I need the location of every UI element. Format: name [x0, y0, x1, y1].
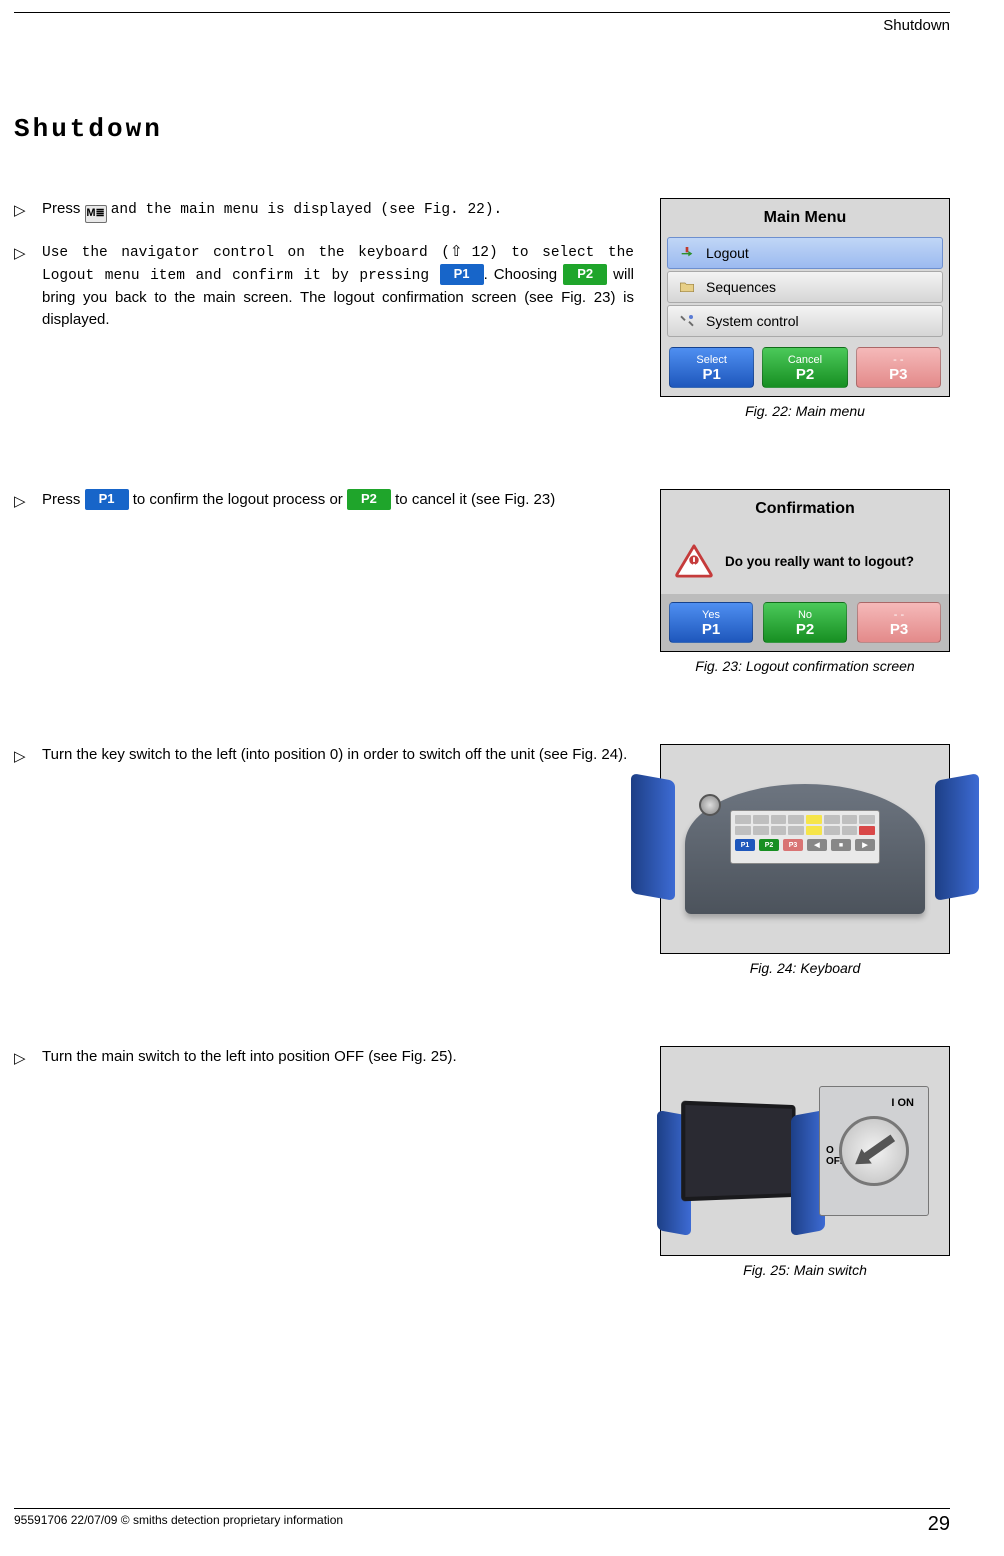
- menu-key-icon: M≣: [85, 205, 107, 223]
- switch-on-label: I ON: [891, 1097, 914, 1109]
- p1-key-icon: P1: [440, 264, 484, 285]
- step-4: Turn the key switch to the left (into po…: [42, 744, 634, 768]
- figure-22-caption: Fig. 22: Main menu: [660, 403, 950, 419]
- figure-22-main-menu: Main Menu Logout Sequences System contro…: [660, 198, 950, 397]
- figure-25-main-switch: I ON OOFF: [660, 1046, 950, 1256]
- main-switch: I ON OOFF: [819, 1086, 929, 1216]
- figure-23-confirmation: Confirmation Do you really want to logou…: [660, 489, 950, 652]
- monitor-icon: [681, 1103, 801, 1199]
- p3-button[interactable]: - -P3: [857, 602, 941, 643]
- menu-item-system-control[interactable]: System control: [667, 305, 943, 337]
- confirmation-message: Do you really want to logout?: [725, 554, 914, 569]
- figure-23-caption: Fig. 23: Logout confirmation screen: [660, 658, 950, 674]
- bullet-icon: ▷: [14, 198, 30, 223]
- yes-p1-button[interactable]: YesP1: [669, 602, 753, 643]
- page-number: 29: [928, 1513, 950, 1536]
- step-5: Turn the main switch to the left into po…: [42, 1046, 634, 1070]
- folder-icon: [678, 278, 696, 296]
- step-3: Press P1 to confirm the logout process o…: [42, 489, 634, 513]
- step-2: Use the navigator control on the keyboar…: [42, 241, 634, 331]
- p2-key-icon: P2: [563, 264, 607, 285]
- bullet-icon: ▷: [14, 241, 30, 331]
- tools-icon: [678, 312, 696, 330]
- logout-icon: [678, 244, 696, 262]
- rotary-knob-icon: [839, 1116, 909, 1186]
- p2-key-icon: P2: [347, 489, 391, 510]
- page-footer: 95591706 22/07/09 © smiths detection pro…: [14, 1508, 950, 1536]
- p3-button[interactable]: - -P3: [856, 347, 941, 388]
- figure-25-caption: Fig. 25: Main switch: [660, 1262, 950, 1278]
- no-p2-button[interactable]: NoP2: [763, 602, 847, 643]
- bullet-icon: ▷: [14, 744, 30, 768]
- step-1: Press M≣ and the main menu is displayed …: [42, 198, 634, 223]
- left-wing-icon: [631, 773, 675, 901]
- cancel-p2-button[interactable]: CancelP2: [762, 347, 847, 388]
- bullet-icon: ▷: [14, 489, 30, 513]
- right-wing-icon: [935, 773, 979, 901]
- bullet-icon: ▷: [14, 1046, 30, 1070]
- figure-24-keyboard: P1 P2 P3 ◀ ■ ▶: [660, 744, 950, 954]
- footer-left: 95591706 22/07/09 © smiths detection pro…: [14, 1513, 343, 1536]
- warning-icon: [675, 544, 713, 578]
- p1-key-icon: P1: [85, 489, 129, 510]
- select-p1-button[interactable]: SelectP1: [669, 347, 754, 388]
- running-header: Shutdown: [14, 17, 950, 34]
- key-switch-icon: [699, 794, 721, 816]
- main-menu-title: Main Menu: [661, 199, 949, 237]
- menu-item-sequences[interactable]: Sequences: [667, 271, 943, 303]
- figure-24-caption: Fig. 24: Keyboard: [660, 960, 950, 976]
- page-title: Shutdown: [14, 114, 950, 144]
- confirmation-title: Confirmation: [661, 490, 949, 528]
- menu-item-logout[interactable]: Logout: [667, 237, 943, 269]
- keyboard-console: P1 P2 P3 ◀ ■ ▶: [685, 784, 925, 914]
